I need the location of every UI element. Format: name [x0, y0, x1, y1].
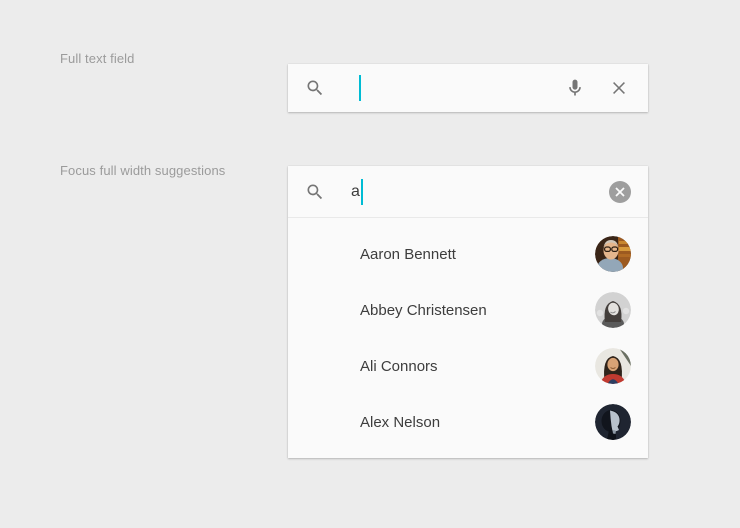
- suggestion-name: Ali Connors: [360, 338, 438, 394]
- suggestion-list: Aaron Bennett: [288, 218, 648, 458]
- search-query-text: a: [351, 183, 360, 201]
- text-cursor: [361, 179, 363, 205]
- text-cursor: [359, 75, 361, 101]
- suggestion-abbey-christensen[interactable]: Abbey Christensen: [288, 282, 648, 338]
- full-text-field-label: Full text field: [60, 51, 134, 66]
- suggestion-name: Abbey Christensen: [360, 282, 487, 338]
- suggestion-name: Alex Nelson: [360, 394, 440, 450]
- suggestion-alex-nelson[interactable]: Alex Nelson: [288, 394, 648, 450]
- avatar-ali-connors: [595, 348, 631, 384]
- search-icon: [305, 182, 325, 202]
- avatar-aaron-bennett: [595, 236, 631, 272]
- avatar-abbey-christensen: [595, 292, 631, 328]
- search-bar-with-suggestions: a Aaron Bennett: [288, 166, 648, 458]
- search-bar-empty[interactable]: [288, 64, 648, 112]
- avatar-alex-nelson: [595, 404, 631, 440]
- microphone-icon[interactable]: [565, 77, 585, 99]
- suggestion-ali-connors[interactable]: Ali Connors: [288, 338, 648, 394]
- clear-circle-icon[interactable]: [609, 181, 631, 203]
- suggestion-aaron-bennett[interactable]: Aaron Bennett: [288, 226, 648, 282]
- suggestions-demo-label: Focus full width suggestions: [60, 163, 225, 178]
- close-icon[interactable]: [609, 78, 629, 98]
- suggestion-name: Aaron Bennett: [360, 226, 456, 282]
- search-input[interactable]: a: [288, 166, 648, 217]
- search-icon: [305, 78, 325, 98]
